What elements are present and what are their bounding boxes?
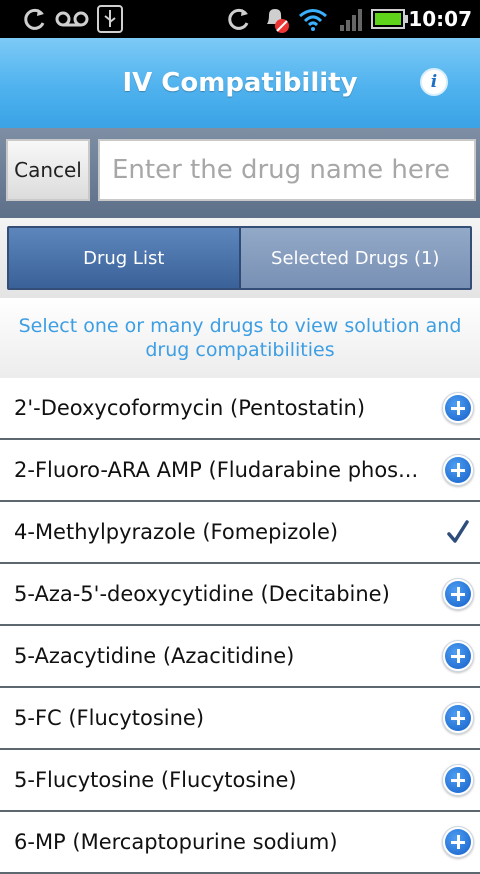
drug-name: 5-Azacytidine (Azacitidine) xyxy=(14,644,295,668)
add-icon[interactable] xyxy=(442,702,474,734)
add-icon[interactable] xyxy=(442,826,474,858)
signal-icon xyxy=(336,0,366,38)
info-icon[interactable]: i xyxy=(420,68,448,96)
add-icon[interactable] xyxy=(442,454,474,486)
info-icon-label: i xyxy=(430,72,438,92)
drug-name: 2-Fluoro-ARA AMP (Fludarabine phos... xyxy=(14,458,419,482)
drug-name: 4-Methylpyrazole (Fomepizole) xyxy=(14,520,339,544)
wifi-icon xyxy=(298,0,328,38)
add-icon[interactable] xyxy=(442,640,474,672)
tab-drug-list[interactable]: Drug List xyxy=(9,228,241,288)
voicemail-icon xyxy=(54,0,90,38)
battery-icon xyxy=(370,0,410,38)
drug-list: 2'-Deoxycoformycin (Pentostatin) 2-Fluor… xyxy=(0,378,480,874)
list-item[interactable]: 5-Flucytosine (Flucytosine) xyxy=(0,750,480,812)
drug-name: 5-FC (Flucytosine) xyxy=(14,706,205,730)
drug-search-input[interactable] xyxy=(98,139,476,201)
drug-name: 5-Flucytosine (Flucytosine) xyxy=(14,768,297,792)
alarm-off-icon xyxy=(260,0,292,38)
add-icon[interactable] xyxy=(442,392,474,424)
add-icon[interactable] xyxy=(442,578,474,610)
drug-name: 6-MP (Mercaptopurine sodium) xyxy=(14,830,338,854)
tab-bar: Drug List Selected Drugs (1) xyxy=(7,226,472,290)
page-title: IV Compatibility xyxy=(122,68,358,98)
drug-name: 2'-Deoxycoformycin (Pentostatin) xyxy=(14,396,366,420)
app-header: IV Compatibility xyxy=(0,38,480,128)
drug-name: 5-Aza-5'-deoxycytidine (Decitabine) xyxy=(14,582,390,606)
list-item[interactable]: 2'-Deoxycoformycin (Pentostatin) xyxy=(0,378,480,440)
cancel-button[interactable]: Cancel xyxy=(6,139,90,201)
sync-icon xyxy=(222,0,254,38)
usb-icon xyxy=(96,0,124,38)
sync-icon xyxy=(18,0,50,38)
add-icon[interactable] xyxy=(442,764,474,796)
status-time: 10:07 xyxy=(408,7,472,31)
checkmark-icon[interactable] xyxy=(446,517,470,547)
list-item[interactable]: 5-Azacytidine (Azacitidine) xyxy=(0,626,480,688)
list-item[interactable]: 5-Aza-5'-deoxycytidine (Decitabine) xyxy=(0,564,480,626)
list-item[interactable]: 6-MP (Mercaptopurine sodium) xyxy=(0,812,480,874)
instructions-text: Select one or many drugs to view solutio… xyxy=(18,315,462,361)
tab-selected-drugs[interactable]: Selected Drugs (1) xyxy=(240,228,470,288)
status-bar: 10:07 xyxy=(0,0,480,38)
list-item[interactable]: 2-Fluoro-ARA AMP (Fludarabine phos... xyxy=(0,440,480,502)
list-item[interactable]: 5-FC (Flucytosine) xyxy=(0,688,480,750)
instructions-banner: Select one or many drugs to view solutio… xyxy=(0,298,480,378)
list-item[interactable]: 4-Methylpyrazole (Fomepizole) xyxy=(0,502,480,564)
